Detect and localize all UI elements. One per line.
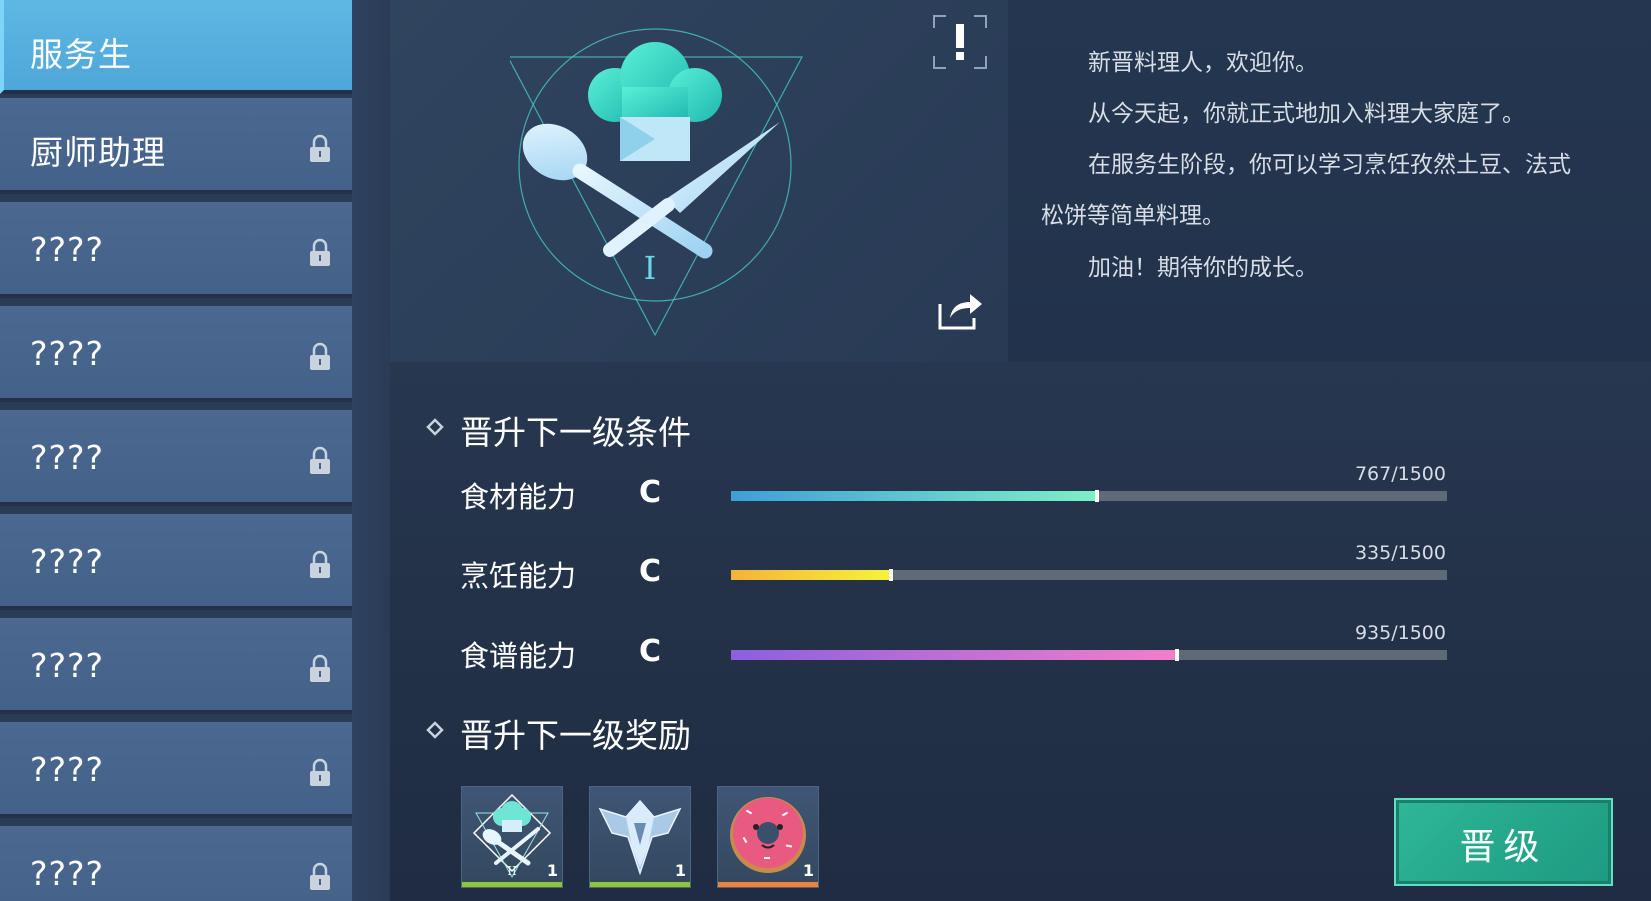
lock-icon [310, 134, 330, 162]
rank-item-label: 服务生 [30, 35, 132, 74]
rank-description-panel: 新晋料理人，欢迎你。 从今天起，你就正式地加入料理大家庭了。 在服务生阶段，你可… [1008, 0, 1651, 362]
svg-text:II: II [507, 864, 517, 878]
stat-progress-bar [731, 649, 1447, 661]
description-line: 加油！期待你的成长。 [1088, 255, 1318, 281]
rank-item-locked[interactable]: ???? [0, 722, 352, 818]
stat-progress-fill [731, 650, 1177, 660]
reward-item[interactable]: 1 [717, 786, 819, 888]
lock-icon [310, 238, 330, 266]
rank-item-locked[interactable]: ???? [0, 306, 352, 402]
lock-icon [310, 862, 330, 890]
stat-progress-bar [731, 569, 1447, 581]
chef-hat-icon [588, 42, 722, 161]
lock-icon [310, 550, 330, 578]
reward-rarity-strip [590, 882, 690, 887]
lock-icon [310, 758, 330, 786]
rank-item-label: 厨师助理 [30, 133, 166, 172]
reward-item[interactable]: II 1 [461, 786, 563, 888]
description-line: 松饼等简单料理。 [1041, 203, 1225, 229]
stat-grade: C [639, 634, 662, 669]
stat-progress-tip [889, 569, 893, 581]
lock-icon [310, 446, 330, 474]
stat-progress-fill [731, 491, 1097, 501]
stat-progress-bar [731, 490, 1447, 502]
rank-item-waiter[interactable]: 服务生 [0, 0, 352, 94]
rank-item-locked[interactable]: ???? [0, 410, 352, 506]
rank-item-label: ???? [30, 854, 105, 893]
lock-icon [310, 654, 330, 682]
stat-name: 食材能力 [460, 480, 577, 514]
lock-icon [310, 342, 330, 370]
description-line: 新晋料理人，欢迎你。 [1088, 50, 1318, 76]
stat-name: 食谱能力 [460, 639, 577, 673]
stat-progress-tip [1095, 490, 1099, 502]
reward-rarity-strip [718, 882, 818, 887]
promote-button[interactable]: 晋级 [1394, 798, 1613, 886]
rank-badge: I [510, 28, 803, 337]
rank-item-locked[interactable]: ???? [0, 826, 352, 901]
rank-item-locked[interactable]: ???? [0, 618, 352, 714]
rank-item-label: ???? [30, 646, 105, 685]
rank-item-locked[interactable]: ???? [0, 202, 352, 298]
reward-item[interactable]: 1 [589, 786, 691, 888]
stat-progress-fill [731, 570, 891, 580]
stat-value: 335/1500 [1354, 542, 1446, 564]
rank-item-locked[interactable]: ???? [0, 514, 352, 610]
diamond-bullet-icon [426, 418, 444, 436]
reward-count: 1 [802, 861, 814, 880]
conditions-title: 晋升下一级条件 [460, 413, 691, 452]
description-line: 在服务生阶段，你可以学习烹饪孜然土豆、法式 [1088, 152, 1571, 178]
promote-button-label: 晋级 [1459, 827, 1548, 868]
rank-item-label: ???? [30, 750, 105, 789]
rank-item-chef-assistant[interactable]: 厨师助理 [0, 98, 352, 194]
stat-progress-tip [1175, 649, 1179, 661]
reward-rarity-strip [462, 882, 562, 887]
rank-item-label: ???? [30, 334, 105, 373]
diamond-bullet-icon [426, 721, 444, 739]
rank-sidebar: 服务生 厨师助理 ???? ???? ???? ???? ???? ???? ?… [0, 0, 390, 901]
description-line: 从今天起，你就正式地加入料理大家庭了。 [1088, 101, 1525, 127]
stat-grade: C [639, 475, 662, 510]
stat-grade: C [639, 554, 662, 589]
stat-value: 935/1500 [1354, 622, 1446, 644]
rank-badge-panel: I [390, 0, 1008, 362]
reward-count: 1 [546, 861, 558, 880]
rank-item-label: ???? [30, 438, 105, 477]
stat-name: 烹饪能力 [460, 559, 577, 593]
share-icon[interactable] [938, 290, 984, 330]
rank-item-label: ???? [30, 542, 105, 581]
stat-value: 767/1500 [1354, 463, 1446, 485]
info-icon[interactable] [932, 14, 988, 70]
rank-numeral: I [644, 249, 657, 287]
rank-item-label: ???? [30, 230, 105, 269]
reward-count: 1 [674, 861, 686, 880]
rewards-title: 晋升下一级奖励 [460, 716, 691, 755]
